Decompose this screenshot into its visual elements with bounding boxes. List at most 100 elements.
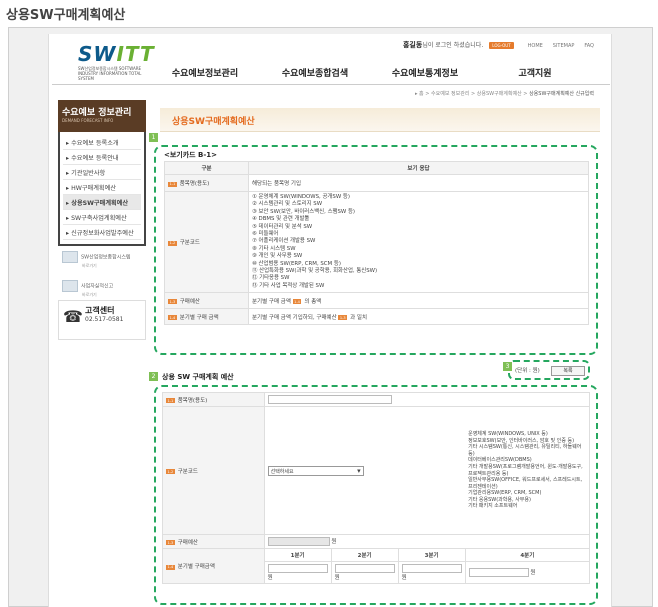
col-header-category: 구분 bbox=[164, 161, 249, 175]
logout-button[interactable]: LOG-OUT bbox=[489, 41, 514, 49]
row-tag: 1-4 bbox=[166, 564, 175, 570]
call-label: 고객센터 bbox=[85, 306, 115, 315]
row-value bbox=[263, 392, 591, 407]
sidebar-item-guide[interactable]: ▸ 수요예보 등록안내 bbox=[63, 150, 141, 165]
q2-amount-input[interactable] bbox=[334, 564, 395, 573]
sidebar-item-sw-project[interactable]: ▸ SW구축사업계획예산 bbox=[63, 210, 141, 225]
sidebar-item-label: SW구축사업계획예산 bbox=[71, 214, 127, 222]
budget-form-table: 1-1품목명(용도) 1-2구분코드 선택하세요 운영체계 SW(WINDOWS… bbox=[162, 392, 591, 584]
link-sub: 바로가기 bbox=[82, 292, 97, 297]
list-item: 기타 개발용SW(프로그램개발용언어, 윈도·개발용도구, 프로젝트관리용 등) bbox=[468, 463, 583, 477]
list-item: 기타 패키지 소프트웨어 bbox=[468, 503, 518, 510]
monitor-icon bbox=[62, 251, 78, 263]
q2-cell: 원 bbox=[330, 561, 399, 584]
q1-amount-input[interactable] bbox=[267, 564, 328, 573]
value-tag: 1-3 bbox=[338, 315, 348, 321]
gnb-item-support[interactable]: 고객지원 bbox=[480, 66, 590, 84]
sidebar-item-label: 수요예보 등록소개 bbox=[71, 139, 119, 147]
gnb-item-stats[interactable]: 수요예보통계정보 bbox=[370, 66, 480, 84]
sidebar-item-agency[interactable]: ▸ 기관일반사항 bbox=[63, 165, 141, 180]
form-row-item: 1-1 품목명(용도) bbox=[162, 392, 591, 407]
q1-cell: 원 bbox=[263, 561, 332, 584]
row-value: 분기별 구매 금액 기입하되, 구매예산 1-3 과 일치 bbox=[248, 308, 589, 326]
col-header-q1: 1분기 bbox=[263, 548, 332, 562]
faq-link[interactable]: FAQ bbox=[584, 43, 594, 49]
row-label-text: 분기별 구매 금액 bbox=[179, 314, 219, 321]
item-name-input[interactable] bbox=[267, 395, 392, 404]
sidebar-item-new-project[interactable]: ▸ 신규정보화사업발주예산 bbox=[63, 225, 141, 240]
row-label-text: 구매예산 bbox=[179, 298, 200, 305]
left-nav-list: ▸ 수요예보 등록소개 ▸ 수요예보 등록안내 ▸ 기관일반사항 ▸ HW구매계… bbox=[58, 132, 146, 246]
home-link[interactable]: HOME bbox=[528, 43, 543, 49]
link-sw-industry[interactable]: SW산업정보종합시스템 바로가기 bbox=[62, 251, 131, 269]
code-select-cell: 선택하세요 bbox=[263, 406, 466, 535]
top-bar: 홍길동님이 로그인 하셨습니다. LOG-OUT HOME SITEMAP FA… bbox=[403, 40, 594, 50]
form-row-quarter-head: 1-4 분기별 구매금액 1분기 2분기 3분기 4분기 bbox=[162, 548, 591, 584]
table-row: 1-4 분기별 구매 금액 분기별 구매 금액 기입하되, 구매예산 1-3 과 일… bbox=[164, 308, 589, 326]
code-select[interactable]: 선택하세요 bbox=[267, 465, 364, 476]
value-text: 과 일치 bbox=[350, 314, 368, 321]
link-performance[interactable]: 사업자실적신고 바로가기 bbox=[62, 280, 113, 298]
row-value: 해당되는 품목명 기입 bbox=[248, 174, 589, 192]
left-nav-header: 수요예보 정보관리 DEMAND FORECAST INFO bbox=[58, 100, 146, 132]
col-header-response: 보기 응답 bbox=[248, 161, 589, 175]
left-nav-subtitle: DEMAND FORECAST INFO bbox=[62, 118, 114, 123]
code-option-list: 운영체계 SW(WINDOWS, UNIX 등) 정보보호SW(보안, 인터바이… bbox=[465, 406, 591, 535]
row-label: 1-1 품목명(용도) bbox=[164, 174, 249, 192]
list-item: ② 시스템관리 및 스토리지 SW bbox=[252, 201, 323, 208]
row-tag: 1-2 bbox=[166, 469, 175, 474]
list-item: ⑬ 기타 사업 목적상 개발된 SW bbox=[252, 282, 325, 289]
row-label-text: 구분코드 bbox=[179, 240, 200, 247]
breadcrumb-path[interactable]: ▸ 홈 > 수요예보 정보관리 > 상용SW구매계획예산 > bbox=[415, 91, 529, 97]
row-label-text: 구분코드 bbox=[177, 468, 198, 475]
col-header-q2: 2분기 bbox=[330, 548, 399, 562]
gnb-item-info-manage[interactable]: 수요예보정보관리 bbox=[150, 66, 260, 84]
table-row: 1-1 품목명(용도) 해당되는 품목명 기입 bbox=[164, 174, 589, 192]
sidebar-item-label: 신규정보화사업발주예산 bbox=[71, 229, 134, 237]
q4-amount-input[interactable] bbox=[468, 568, 529, 577]
link-label: 사업자실적신고 bbox=[81, 283, 114, 290]
form-row-budget: 1-3 구매예산 원 bbox=[162, 534, 591, 549]
greeting-text: 님이 로그인 하셨습니다. bbox=[422, 42, 484, 49]
row-label: 1-1 품목명(용도) bbox=[162, 392, 265, 407]
section-1-badge: 1 bbox=[149, 133, 158, 142]
sitemap-link[interactable]: SITEMAP bbox=[553, 43, 575, 49]
list-item: ⑨ 개인 및 사무용 SW bbox=[252, 253, 303, 260]
sidebar-item-hw-budget[interactable]: ▸ HW구매계획예산 bbox=[63, 180, 141, 195]
user-name: 홍길동 bbox=[402, 41, 423, 49]
list-item: ④ DBMS 및 관련 개발툴 bbox=[252, 216, 310, 223]
site-logo[interactable]: SWITT SW산업정보종합시스템 SOFTWARE INDUSTRY INFO… bbox=[78, 42, 155, 81]
sidebar-item-label: 기관일반사항 bbox=[71, 169, 106, 177]
row-label: 1-2 구분코드 bbox=[164, 190, 249, 294]
row-label: 1-3 구매예산 bbox=[162, 534, 265, 549]
value-text: 의 총액 bbox=[304, 298, 322, 305]
unit-text: 원 bbox=[331, 539, 337, 545]
sidebar-item-sw-budget[interactable]: ▸ 상용SW구매계획예산 bbox=[63, 195, 141, 210]
row-tag: 1-2 bbox=[168, 240, 177, 246]
value-text: 분기별 구매 금액 bbox=[252, 298, 291, 305]
q3-cell: 원 bbox=[397, 561, 466, 584]
row-label: 1-4 분기별 구매금액 bbox=[162, 548, 265, 584]
sidebar-item-label: 수요예보 등록안내 bbox=[71, 154, 119, 162]
sidebar-item-intro[interactable]: ▸ 수요예보 등록소개 bbox=[63, 135, 141, 150]
row-label: 1-3 구매예산 bbox=[164, 292, 249, 310]
q3-amount-input[interactable] bbox=[401, 564, 462, 573]
budget-total-field bbox=[267, 537, 330, 546]
print-button[interactable]: 복록 bbox=[551, 366, 585, 376]
list-item: 기업관리용SW(ERP, CRM, SCM) bbox=[468, 490, 542, 497]
list-item: 기타 시스템SW(통신, 시스템관리, 유틸리티, 하들웨어 등) bbox=[468, 444, 582, 457]
gnb-item-search[interactable]: 수요예보종합검색 bbox=[260, 66, 370, 84]
list-item: ⑫ 기타응용 SW bbox=[252, 275, 290, 282]
unit-text: 원 bbox=[530, 570, 536, 576]
breadcrumb-current: 상용SW구매계획예산 신규입력 bbox=[529, 91, 594, 97]
link-label: SW산업정보종합시스템 bbox=[81, 254, 131, 261]
value-tag: 1-4 bbox=[292, 299, 302, 305]
content-title: 상용SW구매계획예산 bbox=[160, 108, 600, 132]
row-value: 원 bbox=[263, 534, 591, 549]
row-value: 분기별 구매 금액 1-4 의 총액 bbox=[248, 292, 589, 310]
list-item: ⑤ 데이터관리 및 분석 SW bbox=[252, 223, 313, 230]
list-item: ⑪ 산업특화용 SW(과학 및 공학용, 회화산업, 통신SW) bbox=[252, 268, 378, 275]
list-item: ⑦ 어플리케이션 개발용 SW bbox=[252, 238, 316, 245]
form-row-code: 1-2구분코드 선택하세요 운영체계 SW(WINDOWS, UNIX 등) 정… bbox=[162, 406, 591, 535]
value-text: 분기별 구매 금액 기입하되, 구매예산 bbox=[252, 314, 337, 321]
